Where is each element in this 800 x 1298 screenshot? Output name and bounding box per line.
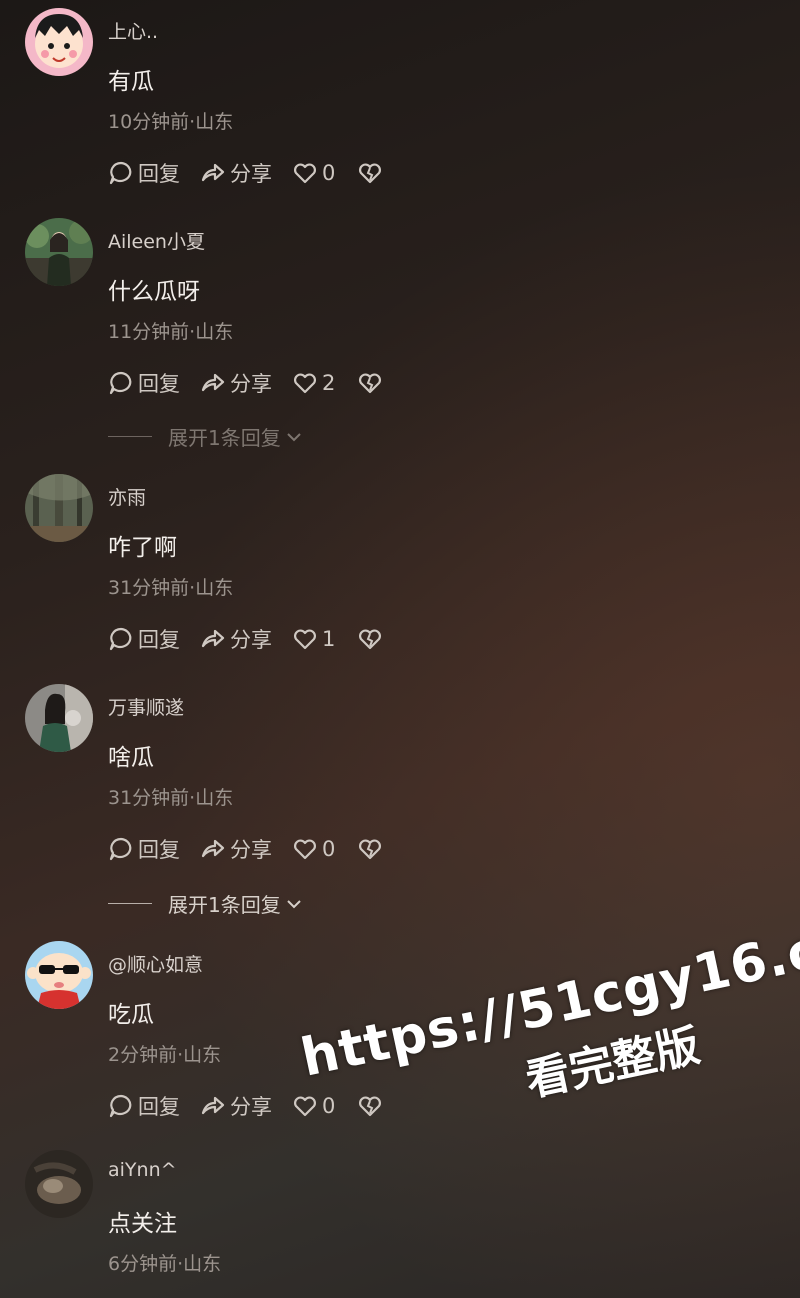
share-button[interactable]: 分享 [200, 368, 272, 398]
reply-label: 回复 [138, 628, 180, 652]
comment-text: 啥瓜 [108, 745, 154, 771]
share-label: 分享 [230, 628, 272, 652]
share-label: 分享 [230, 838, 272, 862]
share-label: 分享 [230, 1095, 272, 1119]
cartoon-girl-avatar-icon [25, 8, 93, 76]
broken-heart-icon [359, 839, 382, 860]
avatar[interactable] [25, 684, 93, 752]
share-arrow-icon [201, 839, 225, 858]
share-label: 分享 [230, 162, 272, 186]
comment-text: 吃瓜 [108, 1002, 154, 1028]
comment-text: 咋了啊 [108, 535, 177, 561]
like-button[interactable]: 0 [292, 836, 335, 862]
avatar[interactable] [25, 1150, 93, 1218]
comment-text: 什么瓜呀 [108, 279, 200, 305]
like-button[interactable]: 2 [292, 370, 335, 396]
comment-actions: 回复 分享 2 [108, 368, 407, 398]
comment-text: 点关注 [108, 1211, 177, 1237]
comment-meta: 6分钟前·山东 [108, 1253, 222, 1275]
dislike-button[interactable] [357, 160, 387, 186]
broken-heart-icon [359, 163, 382, 184]
watermark: https://51cgy16.com 看完整版 [296, 901, 800, 1153]
comment-actions: 回复 分享 0 [108, 834, 407, 864]
like-button[interactable]: 0 [292, 160, 335, 186]
reply-button[interactable]: 回复 [108, 624, 180, 654]
reply-bubble-icon [109, 837, 132, 861]
like-count: 2 [322, 371, 336, 395]
reply-button[interactable]: 回复 [108, 1091, 180, 1121]
reply-label: 回复 [138, 372, 180, 396]
username[interactable]: 亦雨 [108, 483, 146, 510]
avatar[interactable] [25, 8, 93, 76]
username[interactable]: Aileen小夏 [108, 227, 205, 254]
expand-replies-label: 展开1条回复 [168, 426, 281, 450]
share-arrow-icon [201, 629, 225, 648]
avatar[interactable] [25, 941, 93, 1009]
heart-icon [294, 629, 316, 650]
dislike-button[interactable] [357, 626, 387, 652]
expand-replies-button[interactable]: 展开1条回复 [108, 889, 303, 918]
username[interactable]: aiYnn^ [108, 1159, 177, 1181]
heart-icon [294, 839, 316, 860]
comment-actions: 回复 分享 0 [108, 158, 407, 188]
share-button[interactable]: 分享 [200, 624, 272, 654]
comment-meta: 2分钟前·山东 [108, 1044, 222, 1066]
broken-heart-icon [359, 629, 382, 650]
like-count: 0 [322, 161, 336, 185]
dislike-button[interactable] [357, 836, 387, 862]
expand-replies-label: 展开1条回复 [168, 893, 281, 917]
like-button[interactable]: 1 [292, 626, 335, 652]
comment-meta: 10分钟前·山东 [108, 111, 234, 133]
cartoon-sunglasses-avatar-icon [25, 941, 93, 1009]
avatar[interactable] [25, 218, 93, 286]
reply-button[interactable]: 回复 [108, 158, 180, 188]
reply-bubble-icon [109, 371, 132, 395]
comment-text: 有瓜 [108, 69, 154, 95]
reply-bubble-icon [109, 627, 132, 651]
username[interactable]: @顺心如意 [108, 950, 203, 977]
divider [108, 903, 152, 904]
share-arrow-icon [201, 1096, 225, 1115]
comment-meta: 31分钟前·山东 [108, 787, 234, 809]
photo-avatar-icon [25, 1150, 93, 1218]
comment-meta: 31分钟前·山东 [108, 577, 234, 599]
chevron-down-icon [287, 899, 301, 908]
reply-bubble-icon [109, 1094, 132, 1118]
reply-button[interactable]: 回复 [108, 368, 180, 398]
share-label: 分享 [230, 372, 272, 396]
share-button[interactable]: 分享 [200, 158, 272, 188]
comment-actions: 回复 分享 1 [108, 624, 407, 654]
like-count: 0 [322, 837, 336, 861]
username[interactable]: 上心.. [108, 17, 158, 44]
like-count: 1 [322, 627, 336, 651]
heart-icon [294, 373, 316, 394]
comment-meta: 11分钟前·山东 [108, 321, 234, 343]
divider [108, 436, 152, 437]
username[interactable]: 万事顺遂 [108, 693, 184, 720]
share-button[interactable]: 分享 [200, 1091, 272, 1121]
chevron-down-icon [287, 432, 301, 441]
avatar[interactable] [25, 474, 93, 542]
reply-button[interactable]: 回复 [108, 834, 180, 864]
dislike-button[interactable] [357, 370, 387, 396]
photo-avatar-icon [25, 218, 93, 286]
reply-label: 回复 [138, 838, 180, 862]
reply-bubble-icon [109, 161, 132, 185]
reply-label: 回复 [138, 1095, 180, 1119]
broken-heart-icon [359, 373, 382, 394]
heart-icon [294, 163, 316, 184]
share-arrow-icon [201, 163, 225, 182]
expand-replies-button[interactable]: 展开1条回复 [108, 422, 303, 451]
share-arrow-icon [201, 373, 225, 392]
photo-avatar-icon [25, 684, 93, 752]
forest-avatar-icon [25, 474, 93, 542]
reply-label: 回复 [138, 162, 180, 186]
share-button[interactable]: 分享 [200, 834, 272, 864]
